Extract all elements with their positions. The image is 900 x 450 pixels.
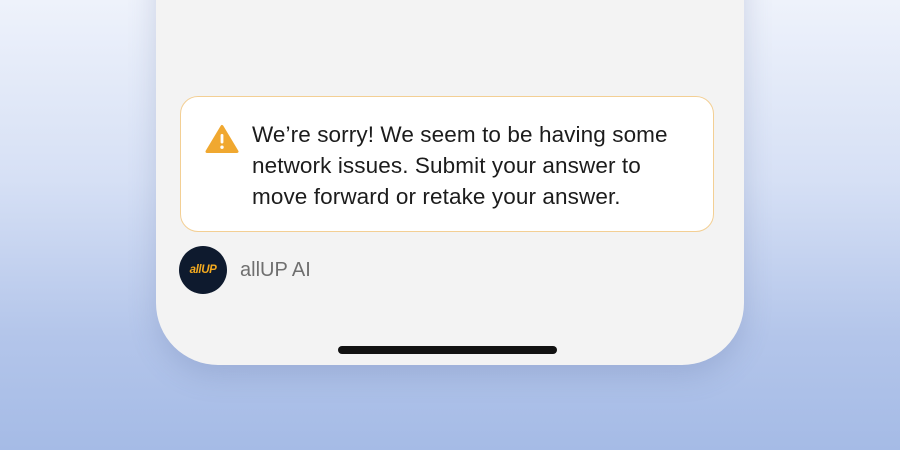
avatar: allUP bbox=[179, 246, 227, 294]
home-indicator[interactable] bbox=[338, 346, 557, 354]
warning-triangle-icon bbox=[205, 125, 239, 153]
network-error-alert: We’re sorry! We seem to be having some n… bbox=[180, 96, 714, 232]
sender-name: allUP AI bbox=[240, 259, 311, 281]
alert-message: We’re sorry! We seem to be having some n… bbox=[252, 122, 668, 209]
allup-logo: allUP bbox=[189, 264, 217, 276]
